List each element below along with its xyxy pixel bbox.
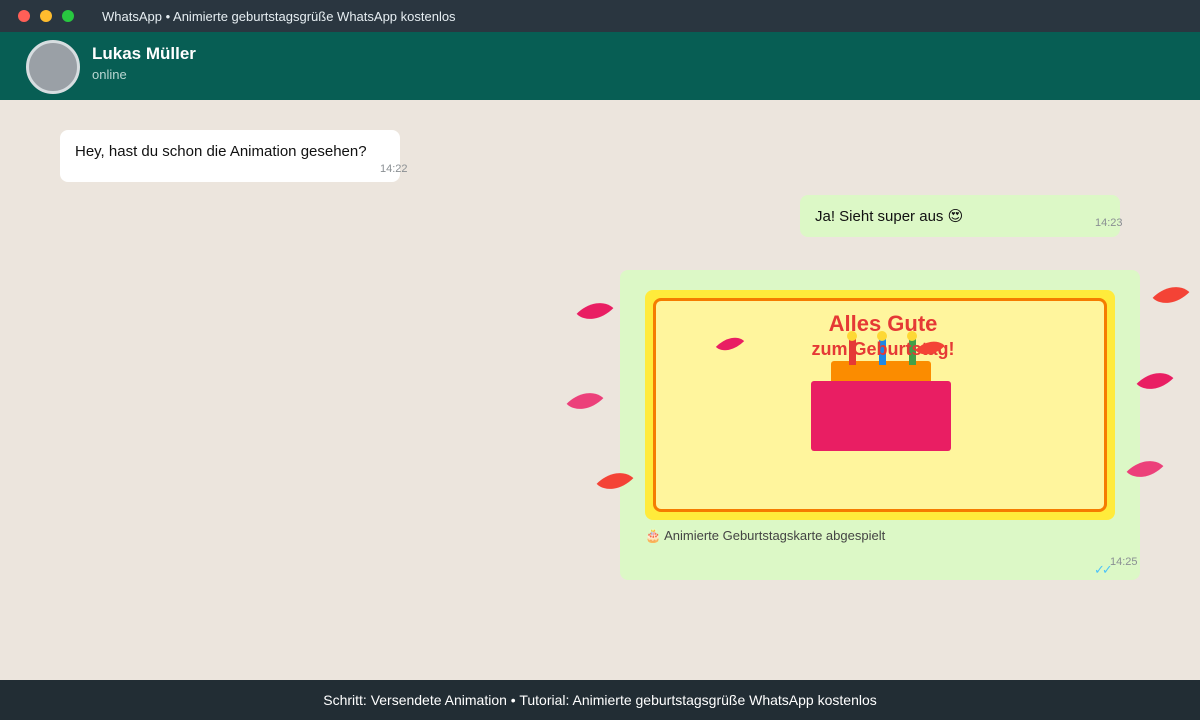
message-time: 14:22 [380, 163, 408, 175]
contact-name[interactable]: Lukas Müller [92, 44, 196, 64]
window-controls [18, 10, 74, 22]
tutorial-footer: Schritt: Versendete Animation • Tutorial… [0, 680, 1200, 720]
window-title: WhatsApp • Animierte geburtstagsgrüße Wh… [102, 8, 456, 24]
minimize-window-button[interactable] [40, 10, 52, 22]
confetti-petal [1152, 276, 1190, 314]
message-text: Hey, hast du schon die Animation gesehen… [75, 143, 367, 160]
contact-avatar[interactable] [26, 40, 80, 94]
message-time: 14:25 [1110, 556, 1138, 568]
close-window-button[interactable] [18, 10, 30, 22]
chat-header: Lukas Müller online [0, 32, 1200, 100]
read-receipt-icon: ✓✓ [1094, 562, 1113, 577]
contact-status: online [92, 67, 127, 82]
card-caption: 🎂 Animierte Geburtstagskarte abgespielt [645, 528, 886, 543]
message-bubble-outgoing[interactable]: Ja! Sieht super aus 😍 14:23 [800, 195, 1123, 237]
confetti-petal [1136, 362, 1174, 400]
maximize-window-button[interactable] [62, 10, 74, 22]
footer-text: Schritt: Versendete Animation • Tutorial… [323, 692, 877, 708]
cake-icon [811, 381, 951, 451]
chat-area: Hey, hast du schon die Animation gesehen… [0, 100, 1200, 680]
birthday-card[interactable]: Alles Gute zum Geburtstag! [645, 290, 1115, 520]
confetti-petal [566, 382, 604, 420]
window-titlebar: WhatsApp • Animierte geburtstagsgrüße Wh… [0, 0, 1200, 32]
message-time: 14:23 [1095, 217, 1123, 229]
message-bubble-incoming[interactable]: Hey, hast du schon die Animation gesehen… [60, 130, 408, 182]
card-title: Alles Gute [828, 311, 938, 336]
confetti-petal [576, 292, 614, 330]
birthday-card-inner: Alles Gute zum Geburtstag! [653, 298, 1107, 512]
message-text: Ja! Sieht super aus 😍 [815, 208, 964, 225]
animated-card-bubble[interactable]: Alles Gute zum Geburtstag! 🎂 Animierte G… [620, 270, 1140, 580]
